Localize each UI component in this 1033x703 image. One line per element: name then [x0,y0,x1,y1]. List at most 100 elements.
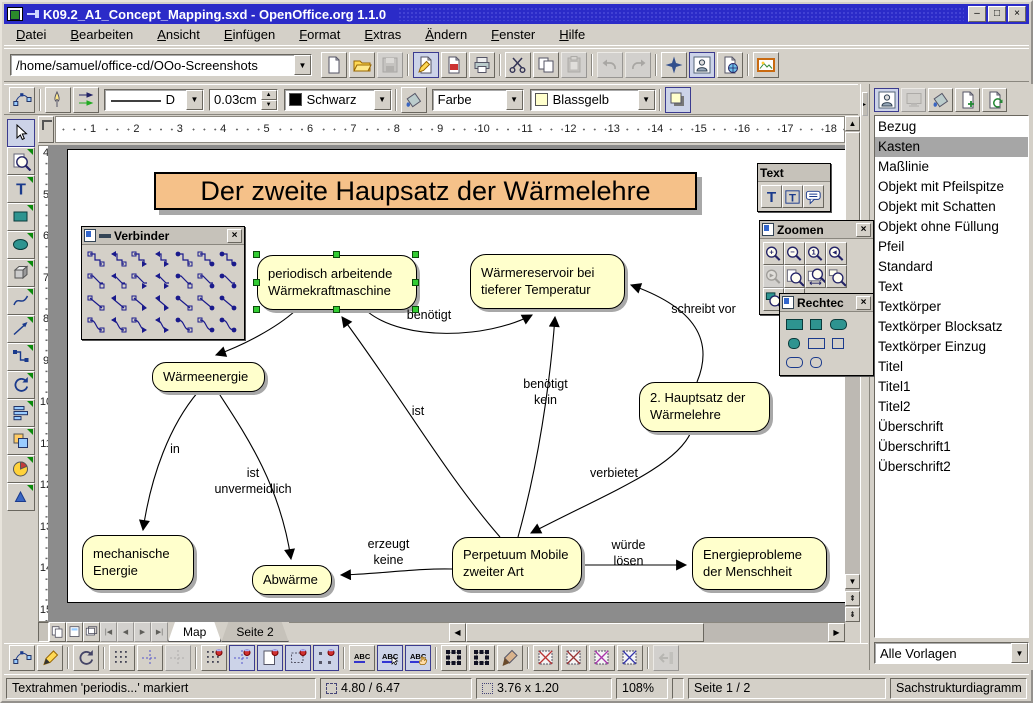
new-document-icon[interactable] [321,52,347,78]
selection-handle[interactable] [333,306,340,313]
stylist-icon[interactable] [689,52,715,78]
zoom-100-icon[interactable]: 1 [805,242,826,265]
connector-curved-arrow-arrow-icon[interactable] [151,314,173,336]
picture-placeholder-icon[interactable] [533,645,559,671]
rotate-icon[interactable] [7,371,35,399]
double-click-to-edit-text-icon[interactable]: ABC [405,645,431,671]
snap-to-grid-icon[interactable] [201,645,227,671]
node-waermekraftmaschine[interactable]: periodisch arbeitende Wärmekraftmaschine [257,255,417,310]
url-combo[interactable]: /home/samuel/office-cd/OOo-Screenshots ▼ [10,54,312,76]
connector-bend-dot-dot-icon[interactable] [217,270,239,292]
curve-icon[interactable] [7,287,35,315]
connector-bend-arrow-arrow-icon[interactable] [151,270,173,292]
modify-with-attributes-icon[interactable] [497,645,523,671]
connector-stepped-arrow-arrow-icon[interactable] [151,248,173,270]
previous-page-icon[interactable]: ⇞ [845,591,860,606]
scroll-down-icon[interactable]: ▼ [845,574,860,589]
fill-type-dropdown[interactable]: ▼ [506,90,523,110]
connector-icon[interactable] [7,343,35,371]
connector-bend-square-arrow-icon[interactable] [129,270,151,292]
rectangle-icon[interactable] [805,334,827,353]
style-item-titel2[interactable]: Titel2 [875,397,1028,417]
quick-edit-icon[interactable] [37,645,63,671]
menu-item-einfgen[interactable]: Einfügen [212,24,287,45]
rounded-square-icon[interactable] [805,353,827,372]
connector-stepped-arrow-square-icon[interactable] [107,248,129,270]
style-item-titel[interactable]: Titel [875,357,1028,377]
connector-straight-dot-dot-icon[interactable] [217,292,239,314]
arrange-icon[interactable] [7,427,35,455]
text-palette[interactable]: Text TT [757,163,831,212]
snap-to-object-border-icon[interactable] [285,645,311,671]
style-item-titel1[interactable]: Titel1 [875,377,1028,397]
drawing-canvas[interactable]: Der zweite Haupsatz der Wärmelehre perio… [48,145,845,622]
menu-item-extras[interactable]: Extras [352,24,413,45]
text-icon[interactable]: T [7,175,35,203]
connector-curved-dot-dot-icon[interactable] [217,314,239,336]
connector-stepped-square-square-icon[interactable] [85,248,107,270]
line-contour-only-icon[interactable] [617,645,643,671]
square-icon[interactable] [827,334,849,353]
object-3d-icon[interactable] [7,259,35,287]
url-dropdown-button[interactable]: ▼ [294,55,311,75]
current-template[interactable]: Sachstrukturdiagramm [890,678,1027,699]
style-item-text[interactable]: Text [875,277,1028,297]
cut-icon[interactable] [505,52,531,78]
connector-stepped-square-arrow-icon[interactable] [129,248,151,270]
line-style-dropdown[interactable]: ▼ [186,90,203,110]
fill-paintcan-icon[interactable] [401,87,427,113]
style-item-objekt-mit-schatten[interactable]: Objekt mit Schatten [875,197,1028,217]
diagram-title-frame[interactable]: Der zweite Haupsatz der Wärmelehre [154,172,697,210]
text-icon[interactable]: T [761,185,782,208]
edit-file-icon[interactable] [413,52,439,78]
rectangle-icon[interactable] [7,203,35,231]
select-icon[interactable] [7,119,35,147]
zoom-icon[interactable] [7,147,35,175]
open-icon[interactable] [349,52,375,78]
connector-straight-arrow-square-icon[interactable] [107,292,129,314]
node-mechanische-energie[interactable]: mechanische Energie [82,535,194,590]
zoom-level[interactable]: 108% [616,678,668,699]
copy-icon[interactable] [533,52,559,78]
style-item-objekt-mit-pfeilspitze[interactable]: Objekt mit Pfeilspitze [875,177,1028,197]
node-waermeenergie[interactable]: Wärmeenergie [152,362,265,392]
connector-stepped-square-dot-icon[interactable] [195,248,217,270]
scroll-left-icon[interactable]: ◀ [449,623,466,642]
ruler-corner[interactable] [38,116,54,143]
rounded-rectangle-filled-icon[interactable] [827,315,849,334]
verbinder-palette[interactable]: Verbinder × [81,226,245,340]
fill-type-combo[interactable]: Farbe ▼ [432,89,524,111]
connector-curved-arrow-square-icon[interactable] [107,314,129,336]
edit-points-icon[interactable] [9,87,35,113]
style-item-objekt-ohne-f-llung[interactable]: Objekt ohne Füllung [875,217,1028,237]
snap-to-page-margins-icon[interactable] [257,645,283,671]
selection-handle[interactable] [253,306,260,313]
style-item-textk-rper[interactable]: Textkörper [875,297,1028,317]
style-item-bezug[interactable]: Bezug [875,117,1028,137]
style-item--berschrift2[interactable]: Überschrift2 [875,457,1028,477]
zoomen-palette-titlebar[interactable]: Zoomen × [760,221,873,239]
zoom-optimal-icon[interactable] [826,265,847,288]
selection-handle[interactable] [253,279,260,286]
connector-straight-square-dot-icon[interactable] [195,292,217,314]
large-handles-icon[interactable] [469,645,495,671]
close-icon[interactable]: × [856,223,871,237]
style-item-textk-rper-blocksatz[interactable]: Textkörper Blocksatz [875,317,1028,337]
connector-straight-square-arrow-icon[interactable] [129,292,151,314]
simple-handles-icon[interactable] [441,645,467,671]
fill-color-combo[interactable]: Blassgelb ▼ [530,89,656,111]
style-filter-dropdown[interactable]: ▼ [1011,643,1028,663]
ellipse-icon[interactable] [7,231,35,259]
close-icon[interactable]: × [1008,6,1026,22]
gallery-icon[interactable] [753,52,779,78]
connector-straight-dot-square-icon[interactable] [173,292,195,314]
arrow-style-icon[interactable] [73,87,99,113]
zoom-out-icon[interactable]: − [784,242,805,265]
square-filled-icon[interactable] [805,315,827,334]
rechteck-palette-titlebar[interactable]: Rechtec × [780,294,873,312]
next-page-icon[interactable]: ⇟ [845,607,860,622]
snap-to-snap-lines-icon[interactable] [229,645,255,671]
style-item-standard[interactable]: Standard [875,257,1028,277]
line-color-combo[interactable]: Schwarz ▼ [284,89,392,111]
rechteck-palette[interactable]: Rechtec × [779,293,874,376]
